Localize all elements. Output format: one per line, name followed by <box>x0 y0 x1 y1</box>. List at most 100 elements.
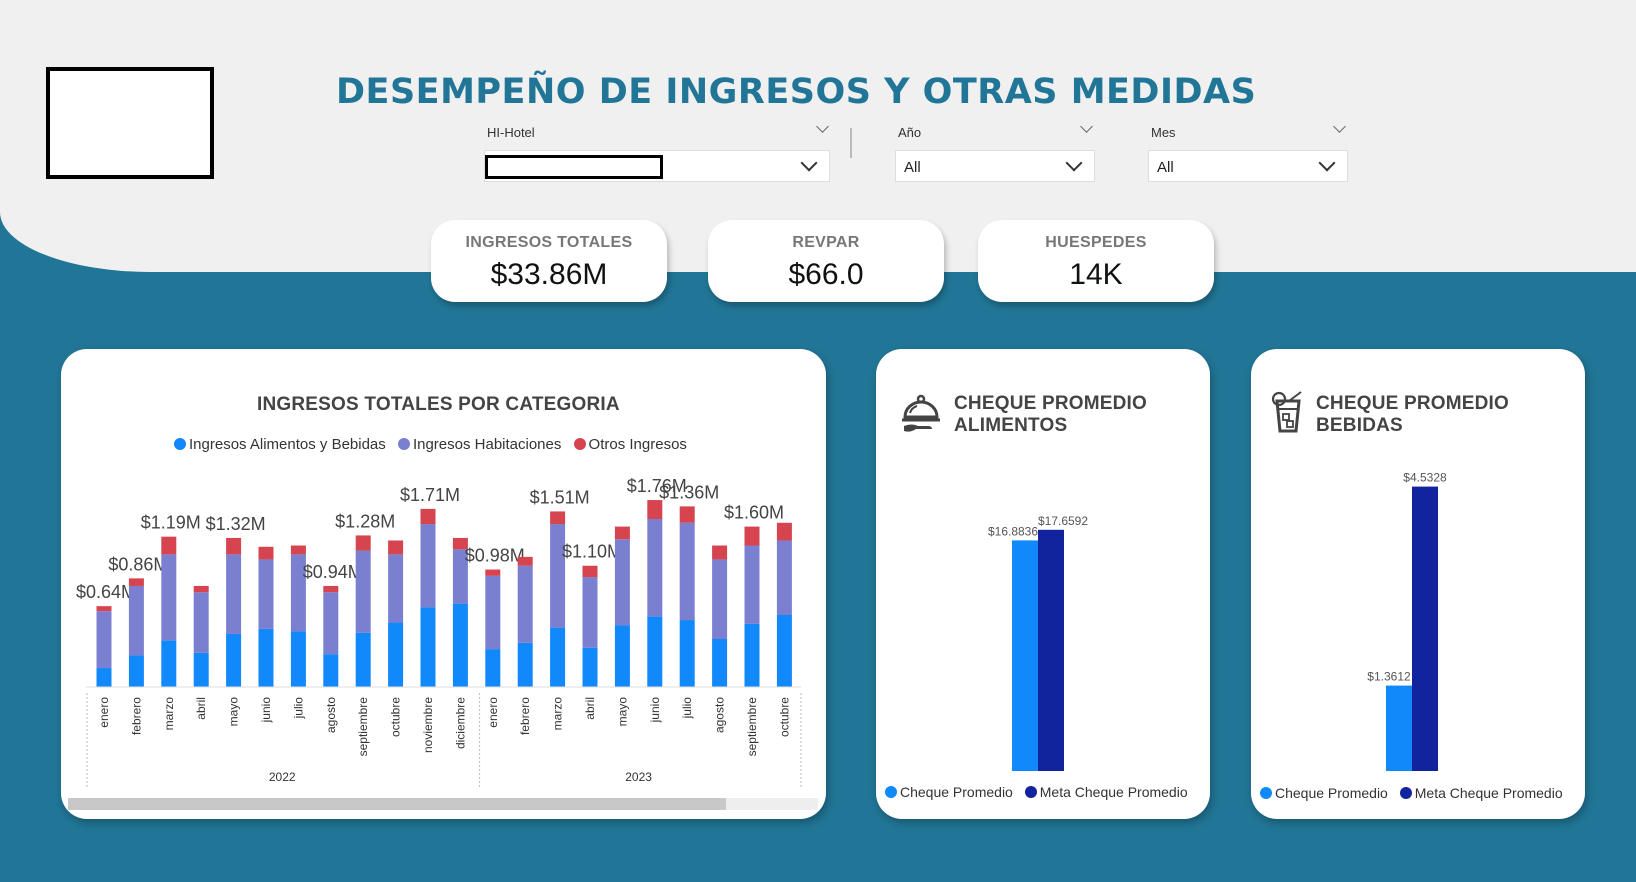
bar-segment <box>614 625 630 687</box>
legend-label: Cheque Promedio <box>1275 785 1388 801</box>
bar-segment <box>712 559 728 639</box>
month-filter-value: All <box>1157 159 1174 176</box>
legend-marker <box>1399 787 1412 799</box>
data-label: $1.71M <box>400 485 460 505</box>
chevron-down-icon <box>800 154 818 172</box>
bar-segment <box>647 616 663 687</box>
legend-marker <box>1260 787 1272 799</box>
bar-segment <box>550 511 566 525</box>
bar-segment <box>226 537 242 555</box>
bar <box>1012 540 1038 771</box>
bar-segment <box>290 631 306 687</box>
data-label: $1.28M <box>335 511 395 531</box>
legend-marker <box>885 786 897 798</box>
page-title: DESEMPEÑO DE INGRESOS Y OTRAS MEDIDAS <box>336 72 1257 112</box>
bar-segment <box>647 519 663 617</box>
bar-segment <box>193 592 209 653</box>
bar-segment <box>744 623 760 687</box>
bar-segment <box>517 556 533 566</box>
bar-segment <box>420 607 436 687</box>
bar-segment <box>323 585 339 593</box>
bar-segment <box>96 606 112 612</box>
bar-segment <box>776 540 792 615</box>
filter-divider <box>850 128 852 158</box>
x-tick-label: julio <box>291 697 305 720</box>
bar-segment <box>388 540 404 555</box>
bar <box>1386 685 1412 771</box>
bar-segment <box>452 603 468 687</box>
bar-segment <box>355 550 371 633</box>
x-tick-label: abril <box>583 697 597 720</box>
bar-segment <box>355 632 371 687</box>
x-tick-label: septiembre <box>356 697 370 757</box>
x-tick-label: agosto <box>713 697 727 733</box>
data-label: $1.10M <box>562 542 622 562</box>
x-tick-label: octubre <box>389 697 403 737</box>
legend-label: Meta Cheque Promedio <box>1414 785 1563 801</box>
revenue-stacked-bar-chart: $0.64M enero $0.86M febrero $1.19M marzo abril… <box>76 476 802 789</box>
year-filter-dropdown[interactable]: All <box>895 150 1095 182</box>
bar-segment <box>582 565 598 578</box>
x-tick-label: mayo <box>615 697 629 727</box>
kpi-label: INGRESOS TOTALES <box>465 234 633 251</box>
chevron-down-icon <box>1318 154 1336 172</box>
kpi-label: HUESPEDES <box>1045 234 1147 251</box>
bar-segment <box>420 508 436 525</box>
kpi-label: REVPAR <box>792 234 860 251</box>
x-tick-label: marzo <box>551 697 565 731</box>
kpi-value: $66.0 <box>788 258 864 291</box>
data-label: $1.36M <box>659 482 719 502</box>
data-label: $0.94M <box>303 562 363 582</box>
year-filter-value: All <box>904 159 921 176</box>
logo-placeholder <box>46 67 214 179</box>
x-tick-label: junio <box>648 697 662 724</box>
bar-segment <box>355 535 371 551</box>
data-label: $0.64M <box>76 582 136 602</box>
legend-item[interactable]: Meta Cheque Promedio <box>1024 784 1188 800</box>
kpi-value: $33.86M <box>490 258 608 291</box>
data-label: $4.5328 <box>1403 471 1447 485</box>
bar-segment <box>517 642 533 687</box>
chart-legend: Cheque Promedio Meta Cheque Promedio <box>885 784 1196 800</box>
bar-segment <box>712 545 728 560</box>
group-label: 2022 <box>269 770 296 784</box>
bar-segment <box>193 652 209 687</box>
bar-segment <box>161 554 177 641</box>
hotel-filter-dropdown[interactable] <box>484 150 830 182</box>
x-tick-label: enero <box>97 697 111 728</box>
bar-segment <box>679 522 695 621</box>
month-filter-label: Mes <box>1151 125 1176 140</box>
data-label: $1.51M <box>530 487 590 507</box>
legend-item[interactable]: Cheque Promedio <box>885 784 1013 800</box>
x-tick-label: abril <box>194 697 208 720</box>
chart-legend: Cheque Promedio Meta Cheque Promedio <box>1260 785 1571 801</box>
bar-segment <box>776 522 792 541</box>
x-tick-label: julio <box>680 697 694 720</box>
bar <box>1412 486 1438 771</box>
bar-segment <box>226 633 242 687</box>
scrollbar-thumb[interactable] <box>68 798 726 810</box>
food-check-card: CHEQUE PROMEDIO ALIMENTOS $16.8836 $17.65… <box>876 349 1210 819</box>
bar-segment <box>582 647 598 687</box>
bar-segment <box>614 539 630 626</box>
chart-horizontal-scrollbar[interactable] <box>68 798 818 810</box>
month-filter-dropdown[interactable]: All <box>1148 150 1348 182</box>
bar-segment <box>96 668 112 687</box>
food-check-bar-chart: $16.8836$17.6592 <box>988 514 1088 771</box>
bar-segment <box>258 628 274 687</box>
x-tick-label: diciembre <box>453 697 467 749</box>
bar-segment <box>420 524 436 608</box>
hotel-filter-label: HI-Hotel <box>487 125 535 140</box>
bar-segment <box>485 649 501 687</box>
legend-item[interactable]: Meta Cheque Promedio <box>1399 785 1563 801</box>
bar-segment <box>679 506 695 523</box>
bar-segment <box>388 622 404 687</box>
legend-marker <box>1024 786 1037 798</box>
bar-segment <box>485 569 501 576</box>
bar <box>1038 529 1064 771</box>
group-label: 2023 <box>625 770 652 784</box>
legend-item[interactable]: Cheque Promedio <box>1260 785 1388 801</box>
x-tick-label: noviembre <box>421 697 435 753</box>
data-label: $16.8836 <box>988 524 1038 538</box>
data-label: $0.86M <box>108 554 168 574</box>
